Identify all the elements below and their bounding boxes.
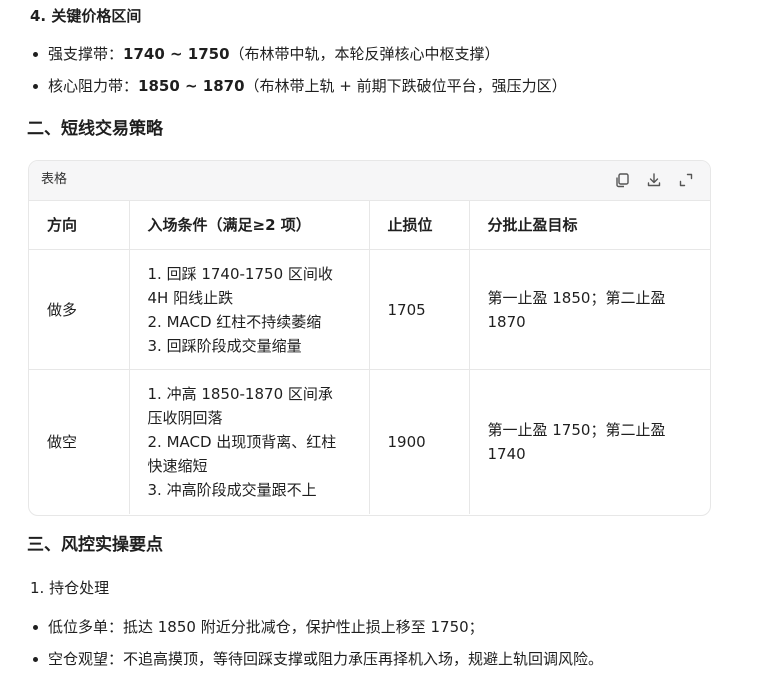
target-line: 第一止盈 1750；第二止盈 bbox=[487, 421, 666, 439]
condition-line: 2. MACD 出现顶背离、红柱 bbox=[147, 433, 337, 451]
target-line: 第一止盈 1850；第二止盈 bbox=[487, 288, 666, 307]
section-heading-strategy: 二、短线交易策略 bbox=[27, 119, 163, 139]
stop-loss-cell: 1705 bbox=[369, 249, 470, 370]
condition-line: 1. 回踩 1740-1750 区间收 bbox=[147, 264, 333, 283]
risk-list: 低位多单：抵达 1850 附近分批减仓，保护性止损上移至 1750； 空仓观望：… bbox=[30, 617, 603, 681]
item-label: 强支撑带： bbox=[48, 45, 124, 63]
direction-cell: 做空 bbox=[29, 369, 130, 514]
header-direction: 方向 bbox=[29, 201, 130, 250]
targets-cell: 第一止盈 1850；第二止盈 1870 bbox=[469, 249, 710, 370]
list-item: 低位多单：抵达 1850 附近分批减仓，保护性止损上移至 1750； bbox=[30, 617, 603, 649]
condition-line: 2. MACD 红柱不持续萎缩 bbox=[147, 312, 322, 331]
condition-line: 4H 阳线止跌 bbox=[147, 288, 234, 307]
conditions-cell: 1. 冲高 1850-1870 区间承 压收阴回落 2. MACD 出现顶背离、… bbox=[129, 369, 370, 514]
header-stop-loss: 止损位 bbox=[369, 201, 470, 250]
direction-cell: 做多 bbox=[29, 249, 130, 370]
item-note: （布林带中轨，本轮反弹核心中枢支撑） bbox=[229, 45, 500, 63]
download-icon[interactable] bbox=[645, 171, 663, 189]
strategy-table: 方向 入场条件（满足≥2 项） 止损位 分批止盈目标 做多 1. 回踩 1740… bbox=[29, 201, 710, 514]
targets-cell: 第一止盈 1750；第二止盈 1740 bbox=[469, 370, 710, 515]
strategy-table-card: 表格 方向 入场条件（满足≥2 项） 止损位 分批止盈目标 做多 1. 回踩 1… bbox=[28, 160, 711, 516]
header-entry-conditions: 入场条件（满足≥2 项） bbox=[129, 201, 370, 250]
price-range-list: 强支撑带：1740 ~ 1750（布林带中轨，本轮反弹核心中枢支撑） 核心阻力带… bbox=[30, 44, 567, 108]
list-item: 空仓观望：不追高摸顶，等待回踩支撑或阻力承压再择机入场，规避上轨回调风险。 bbox=[30, 649, 603, 681]
table-row: 做多 1. 回踩 1740-1750 区间收 4H 阳线止跌 2. MACD 红… bbox=[29, 249, 710, 370]
conditions-cell: 1. 回踩 1740-1750 区间收 4H 阳线止跌 2. MACD 红柱不持… bbox=[129, 249, 370, 370]
item-note: （布林带上轨 + 前期下跌破位平台，强压力区） bbox=[244, 77, 567, 95]
condition-line: 3. 回踩阶段成交量缩量 bbox=[147, 336, 302, 355]
condition-line: 压收阴回落 bbox=[147, 409, 223, 427]
section-heading-price-range: 4. 关键价格区间 bbox=[30, 7, 142, 25]
condition-line: 3. 冲高阶段成交量跟不上 bbox=[147, 481, 317, 499]
target-line: 1870 bbox=[487, 312, 526, 331]
subsection-heading-position: 1. 持仓处理 bbox=[30, 579, 110, 597]
condition-line: 1. 冲高 1850-1870 区间承 bbox=[147, 385, 333, 403]
stop-loss-cell: 1900 bbox=[369, 369, 470, 514]
list-item: 强支撑带：1740 ~ 1750（布林带中轨，本轮反弹核心中枢支撑） bbox=[30, 44, 567, 76]
table-label: 表格 bbox=[41, 172, 68, 187]
list-item: 核心阻力带：1850 ~ 1870（布林带上轨 + 前期下跌破位平台，强压力区） bbox=[30, 76, 567, 108]
content-page: 4. 关键价格区间 强支撑带：1740 ~ 1750（布林带中轨，本轮反弹核心中… bbox=[0, 0, 778, 689]
condition-line: 快速缩短 bbox=[147, 457, 208, 475]
target-line: 1740 bbox=[487, 445, 526, 463]
table-toolbar: 表格 bbox=[29, 161, 710, 201]
copy-icon[interactable] bbox=[613, 171, 631, 189]
table-header-row: 方向 入场条件（满足≥2 项） 止损位 分批止盈目标 bbox=[29, 201, 710, 250]
price-range-value: 1850 ~ 1870 bbox=[138, 77, 245, 95]
item-label: 核心阻力带： bbox=[48, 77, 139, 95]
section-heading-risk-control: 三、风控实操要点 bbox=[27, 535, 163, 555]
price-range-value: 1740 ~ 1750 bbox=[123, 45, 230, 63]
expand-icon[interactable] bbox=[677, 171, 695, 189]
table-row: 做空 1. 冲高 1850-1870 区间承 压收阴回落 2. MACD 出现顶… bbox=[29, 369, 710, 515]
header-take-profit: 分批止盈目标 bbox=[469, 201, 710, 250]
